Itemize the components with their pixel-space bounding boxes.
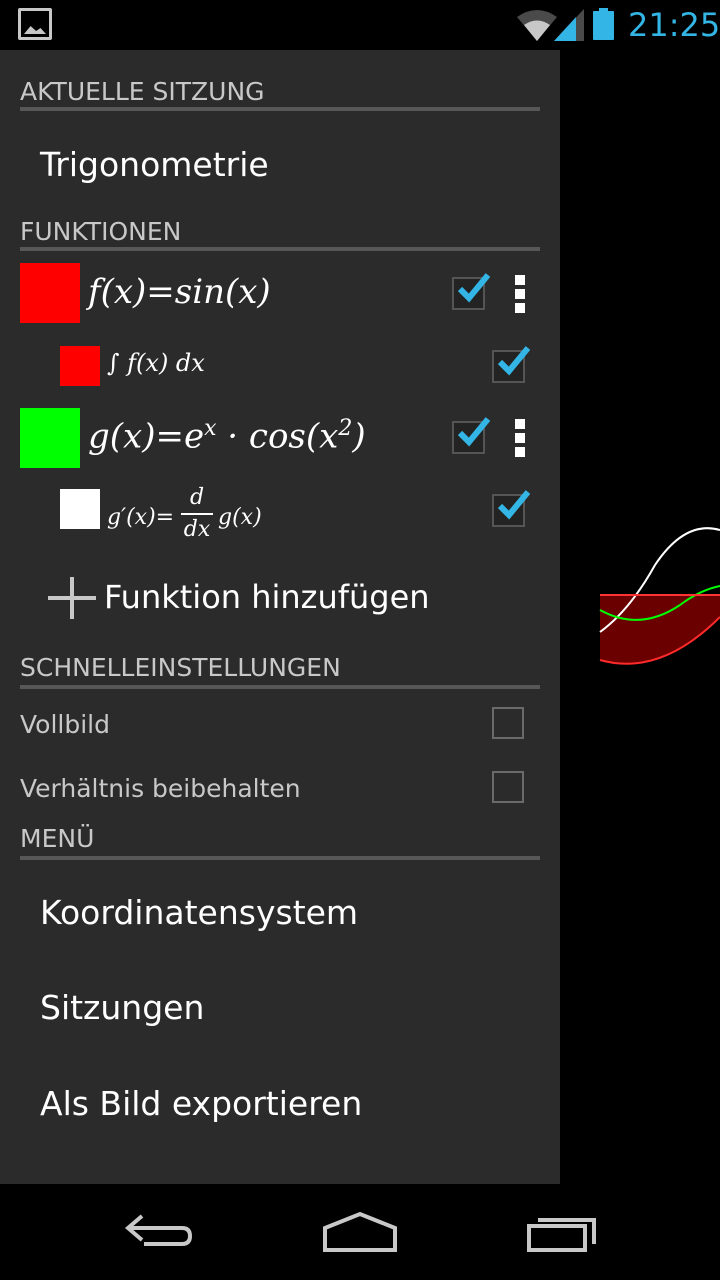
formula-integral: ∫ f(x) dx (107, 349, 205, 377)
menu-item-export-image[interactable]: Als Bild exportieren (40, 1084, 362, 1123)
formula-g: g(x)=ex · cos(x2) (88, 416, 366, 457)
overflow-menu-icon[interactable] (515, 275, 525, 317)
graph-canvas[interactable] (560, 50, 720, 1184)
session-name[interactable]: Trigonometrie (40, 145, 269, 184)
formula-f: f(x)=sin(x) (88, 272, 271, 312)
gallery-icon (18, 8, 52, 40)
plus-icon (48, 577, 96, 619)
checkbox-derivative[interactable] (492, 490, 530, 527)
color-swatch-f[interactable] (20, 263, 80, 323)
menu-item-coordinate-system[interactable]: Koordinatensystem (40, 893, 358, 932)
integral-area (600, 595, 720, 664)
wifi-icon (517, 10, 557, 41)
checkbox-f[interactable] (452, 273, 490, 310)
checkmark-icon (457, 273, 490, 303)
recents-icon[interactable] (526, 1206, 600, 1256)
checkbox-integral[interactable] (492, 346, 530, 383)
color-swatch-g[interactable] (20, 408, 80, 468)
checkbox-g[interactable] (452, 417, 490, 454)
back-icon[interactable] (124, 1206, 196, 1256)
navigation-bar (0, 1184, 720, 1280)
clock: 21:25 (628, 6, 720, 44)
section-header-quick-settings: SCHNELLEINSTELLUNGEN (20, 653, 540, 689)
setting-fullscreen-label: Vollbild (20, 710, 110, 739)
checkmark-icon (497, 346, 530, 376)
color-swatch-derivative[interactable] (60, 489, 100, 529)
overflow-menu-icon[interactable] (515, 419, 525, 461)
color-swatch-integral[interactable] (60, 346, 100, 386)
navigation-drawer: AKTUELLE SITZUNG Trigonometrie FUNKTIONE… (0, 50, 560, 1184)
checkmark-icon (497, 490, 530, 520)
menu-item-sessions[interactable]: Sitzungen (40, 988, 204, 1027)
setting-keep-ratio-label: Verhältnis beibehalten (20, 774, 301, 803)
home-icon[interactable] (322, 1206, 398, 1256)
section-header-menu: MENÜ (20, 824, 540, 860)
section-header-functions: FUNKTIONEN (20, 217, 540, 251)
checkbox-keep-ratio[interactable] (492, 771, 524, 803)
checkbox-fullscreen[interactable] (492, 707, 524, 739)
battery-icon (593, 8, 614, 40)
status-bar: 21:25 (0, 0, 720, 50)
checkmark-icon (457, 417, 490, 447)
signal-icon (554, 9, 584, 41)
add-function-label: Funktion hinzufügen (104, 578, 430, 616)
section-header-session: AKTUELLE SITZUNG (20, 77, 540, 111)
